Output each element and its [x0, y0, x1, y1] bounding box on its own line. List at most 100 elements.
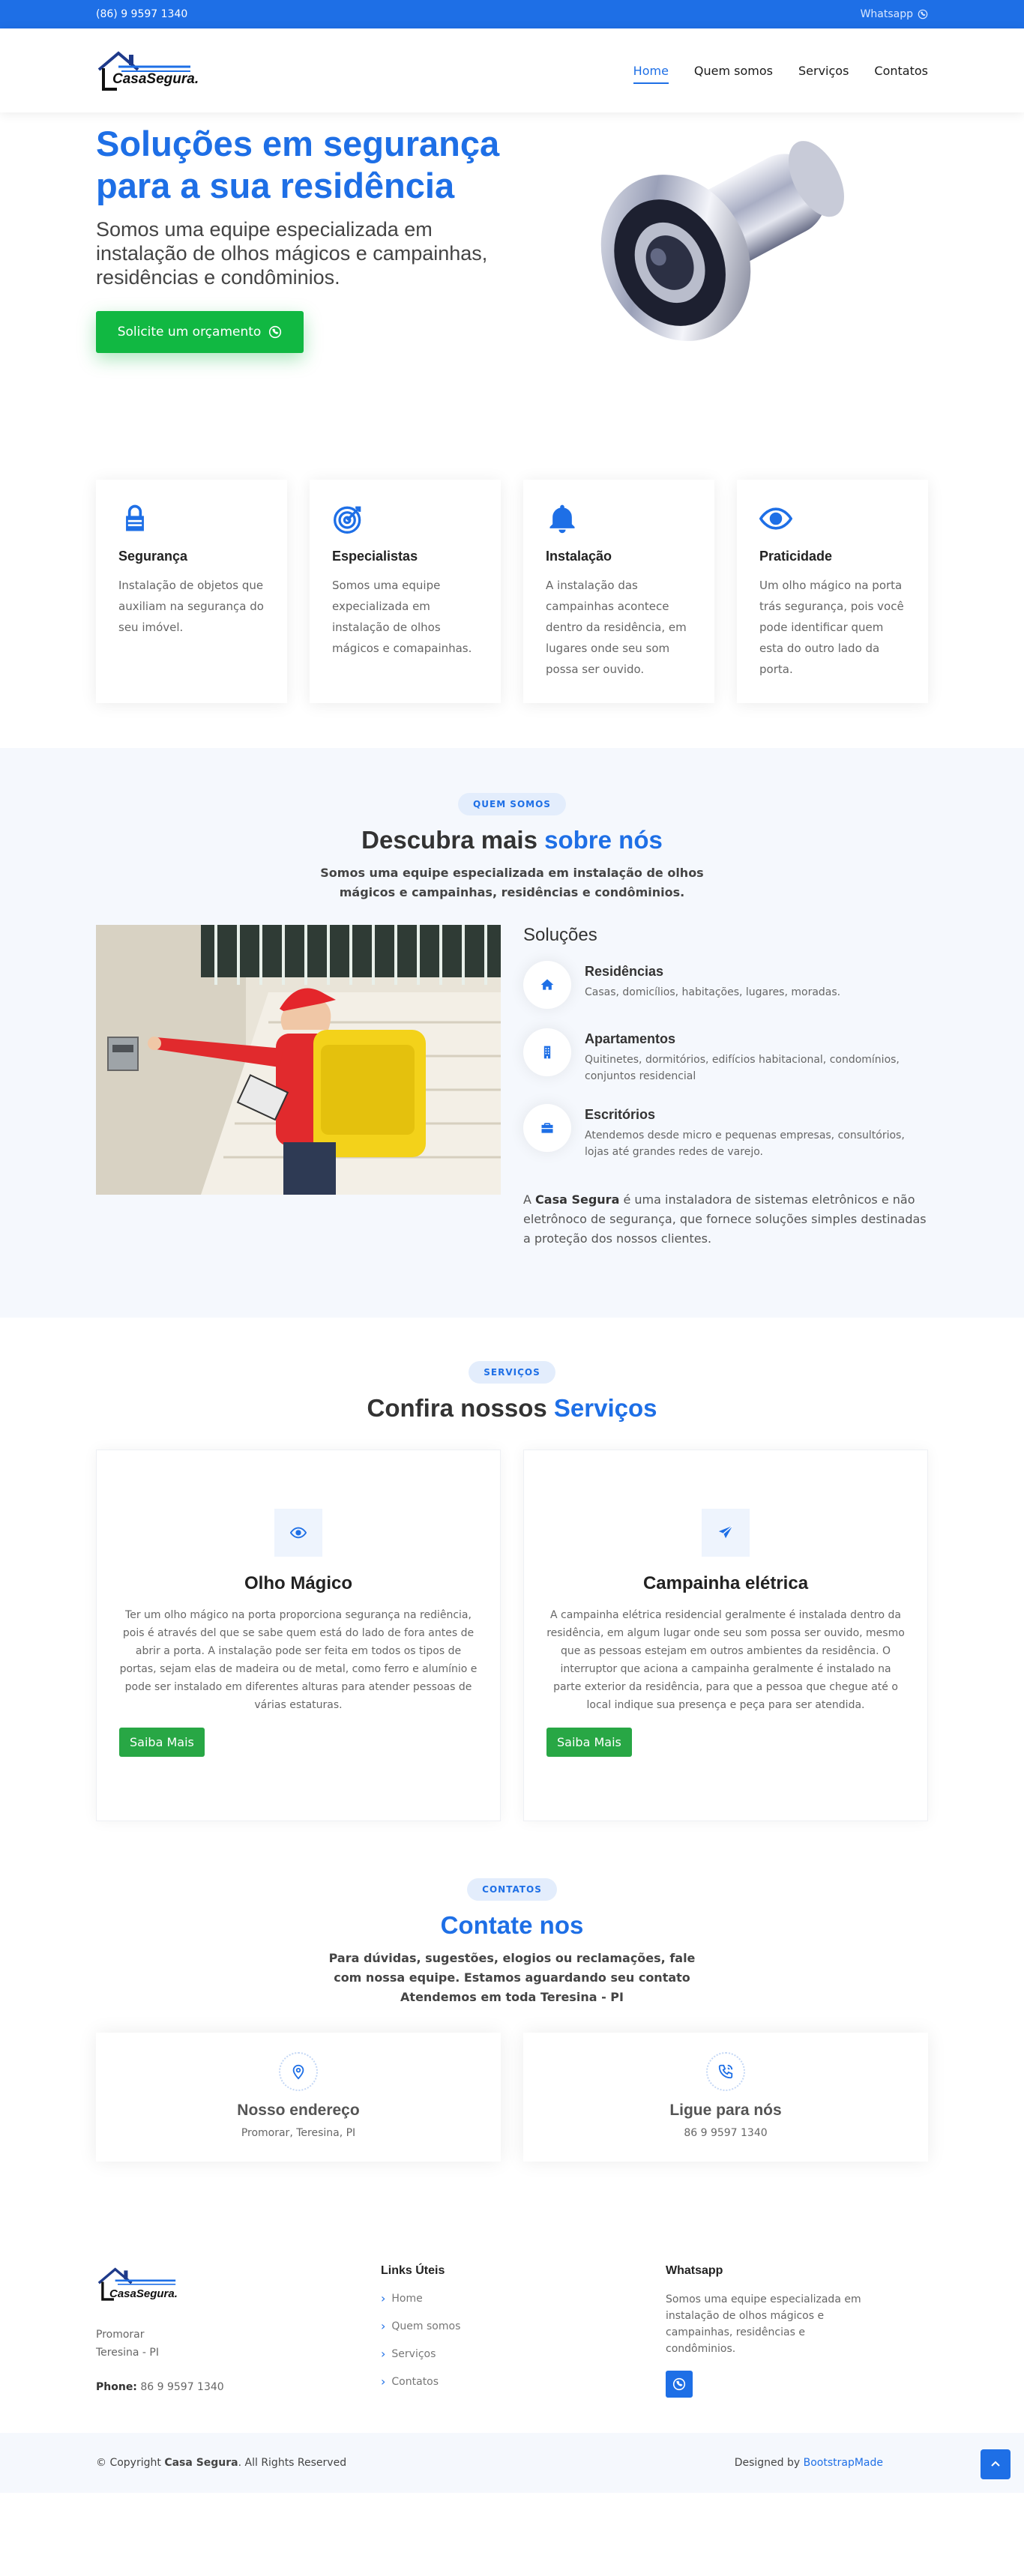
footer-links: Home Quem somos Serviços Contatos [381, 2291, 666, 2389]
target-icon [334, 506, 361, 534]
footer-whatsapp-button[interactable] [666, 2371, 693, 2398]
service-card: Olho Mágico Ter um olho mágico na porta … [96, 1450, 501, 1821]
footer-logo-text: CasaSegura. [109, 2287, 178, 2300]
footer-whatsapp-title: Whatsapp [666, 2264, 723, 2277]
footer-phone: Phone: 86 9 9597 1340 [96, 2381, 224, 2393]
designer-link[interactable]: BootstrapMade [804, 2457, 883, 2469]
map-pin-icon [292, 2064, 304, 2080]
service-text: A campainha elétrica residencial geralme… [546, 1609, 905, 1711]
main-nav: Home Quem somos Serviços Contatos [633, 59, 928, 84]
contact-badge: CONTATOS [467, 1878, 557, 1901]
topbar-phone: (86) 9 9597 1340 [96, 8, 188, 20]
feature-card: Instalação A instalação das campainhas a… [523, 480, 714, 703]
whatsapp-icon [269, 325, 282, 339]
credits: Designed by BootstrapMade [734, 2457, 883, 2469]
whatsapp-icon [918, 9, 928, 19]
whatsapp-icon [672, 2377, 686, 2391]
footer-address-1: Promorar [96, 2329, 145, 2341]
solution-text: Quitinetes, dormitórios, edifícios habit… [585, 1054, 900, 1082]
footer-link-quem-somos[interactable]: Quem somos [391, 2320, 460, 2332]
feature-title: Especialistas [332, 549, 418, 564]
hero-title: Soluções em segurança para a sua residên… [96, 124, 500, 205]
learn-more-button[interactable]: Saiba Mais [119, 1728, 205, 1757]
contact-title: Contate nos [440, 1911, 584, 1939]
contact-card-text: Promorar, Teresina, PI [241, 2127, 356, 2139]
contact-card-text: 86 9 9597 1340 [684, 2127, 768, 2139]
feature-text: Instalação de objetos que auxiliam na se… [118, 579, 264, 634]
nav-home[interactable]: Home [633, 59, 669, 84]
footer-link-servicos[interactable]: Serviços [391, 2348, 436, 2360]
arrow-up-icon [991, 2461, 1000, 2467]
door-viewer-image [600, 141, 844, 341]
about-text: A Casa Segura é uma instaladora de siste… [523, 1192, 927, 1246]
about-badge: QUEM SOMOS [458, 793, 566, 815]
eye-icon [759, 507, 793, 530]
feature-title: Segurança [118, 549, 188, 564]
feature-text: Um olho mágico na porta trás segurança, … [759, 579, 904, 676]
footer-link-home[interactable]: Home [391, 2293, 422, 2305]
about-title: Descubra mais sobre nós [361, 826, 663, 854]
eye-icon [290, 1527, 307, 1539]
hero-section: Soluções em segurança para a sua residên… [0, 112, 1024, 480]
home-icon [540, 979, 554, 990]
footer-link-contatos[interactable]: Contatos [391, 2376, 439, 2388]
solution-item: Apartamentos Quitinetes, dormitórios, edi… [523, 1028, 928, 1085]
learn-more-button[interactable]: Saiba Mais [546, 1728, 632, 1757]
contact-lead: Para dúvidas, sugestões, elogios ou recl… [328, 1951, 696, 2004]
contact-card-title: Ligue para nós [669, 2102, 782, 2119]
solution-text: Casas, domicílios, habitações, lugares, … [585, 986, 841, 998]
bell-icon [549, 504, 575, 534]
contact-card-title: Nosso endereço [237, 2102, 360, 2119]
feature-card: Segurança Instalação de objetos que auxi… [96, 480, 287, 703]
solutions-title: Soluções [523, 925, 597, 945]
solution-item: Residências Casas, domicílios, habitações… [523, 961, 928, 1009]
topbar-whatsapp-link[interactable]: Whatsapp [861, 8, 928, 20]
hero-subtitle: Somos uma equipe especializada em instal… [96, 218, 488, 289]
solution-title: Apartamentos [585, 1031, 676, 1046]
footer-logo[interactable]: CasaSegura. [96, 2264, 178, 2303]
footer-links-title: Links Úteis [381, 2264, 445, 2277]
feature-card: Praticidade Um olho mágico na porta trás… [737, 480, 928, 703]
building-icon [543, 1046, 551, 1059]
footer: CasaSegura. Promorar Teresina - PI Phone… [0, 2234, 1024, 2433]
feature-text: Somos uma equipe expecializada em instal… [332, 579, 472, 655]
topbar: (86) 9 9597 1340 Whatsapp [0, 0, 1024, 28]
feature-title: Instalação [546, 549, 612, 564]
back-to-top-button[interactable] [981, 2449, 1011, 2479]
technician-image [96, 925, 501, 1195]
contact-card-phone: Ligue para nós 86 9 9597 1340 [523, 2033, 928, 2162]
feature-card: Especialistas Somos uma equipe expeciali… [310, 480, 501, 703]
phone-icon [718, 2064, 733, 2079]
service-title: Olho Mágico [244, 1573, 352, 1593]
solution-text: Atendemos desde micro e pequenas empresa… [585, 1129, 905, 1158]
logo[interactable]: CasaSegura. [96, 47, 199, 94]
quote-button[interactable]: Solicite um orçamento [96, 311, 304, 353]
services-section: SERVIÇOS Confira nossos Serviços Olho Má… [0, 1318, 1024, 1878]
feature-title: Praticidade [759, 549, 833, 564]
contact-card-address: Nosso endereço Promorar, Teresina, PI [96, 2033, 501, 2162]
about-lead: Somos uma equipe especializada em instal… [320, 866, 704, 899]
solution-title: Escritórios [585, 1107, 656, 1122]
service-card: Campainha elétrica A campainha elétrica … [523, 1450, 928, 1821]
solution-item: Escritórios Atendemos desde micro e peque… [523, 1104, 928, 1160]
feature-text: A instalação das campainhas acontece den… [546, 579, 687, 676]
nav-quem-somos[interactable]: Quem somos [694, 59, 773, 82]
services-title: Confira nossos Serviços [367, 1394, 657, 1422]
footer-address-2: Teresina - PI [96, 2347, 160, 2359]
logo-text: CasaSegura. [112, 71, 199, 87]
header: CasaSegura. Home Quem somos Serviços Con… [0, 28, 1024, 112]
lock-icon [126, 504, 144, 531]
features-section: Segurança Instalação de objetos que auxi… [0, 480, 1024, 748]
briefcase-icon [541, 1123, 553, 1133]
copyright-text: © Copyright Casa Segura. All Rights Rese… [96, 2457, 347, 2469]
nav-contatos[interactable]: Contatos [874, 59, 928, 82]
contact-section: CONTATOS Contate nos Para dúvidas, suges… [0, 1878, 1024, 2234]
nav-servicos[interactable]: Serviços [798, 59, 849, 82]
topbar-whatsapp-label: Whatsapp [860, 8, 913, 20]
solution-title: Residências [585, 964, 664, 979]
send-icon [718, 1525, 733, 1539]
services-badge: SERVIÇOS [469, 1361, 555, 1384]
footer-whatsapp-text: Somos uma equipe especializada em instal… [666, 2293, 861, 2355]
service-title: Campainha elétrica [642, 1573, 809, 1593]
service-text: Ter um olho mágico na porta proporciona … [119, 1609, 478, 1711]
